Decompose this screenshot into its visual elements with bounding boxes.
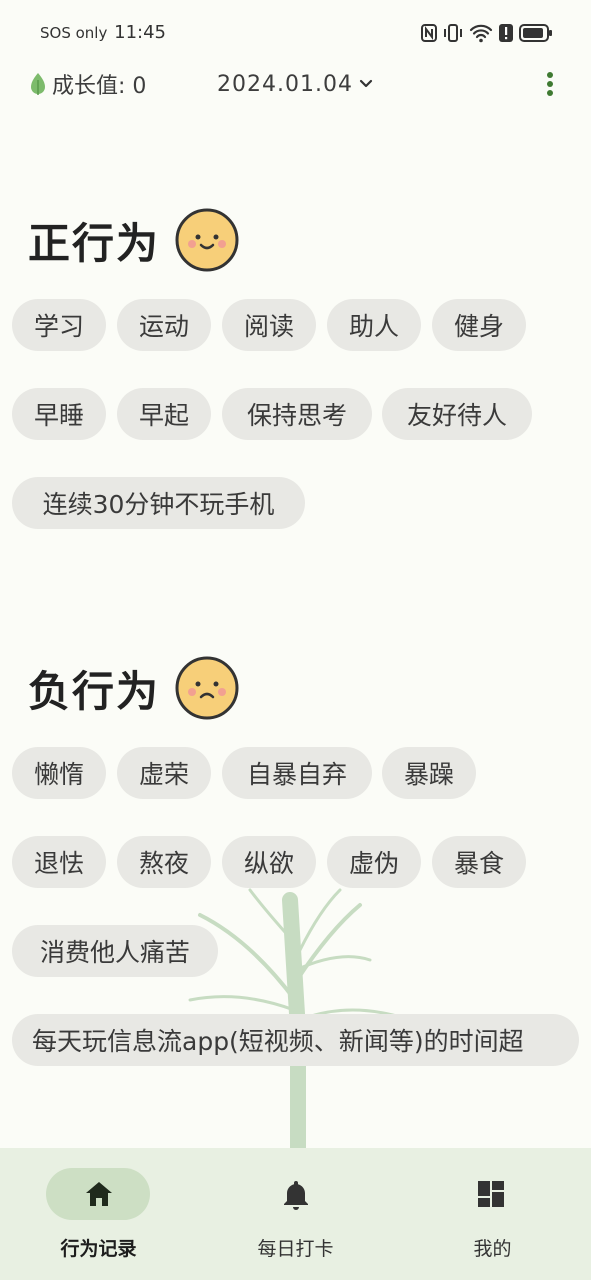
behavior-chip[interactable]: 运动 <box>117 299 211 351</box>
date-label: 2024.01.04 <box>217 71 353 97</box>
growth-label: 成长值: 0 <box>52 74 147 99</box>
negative-section-title: 负行为 <box>28 655 240 721</box>
negative-title: 负行为 <box>28 666 161 716</box>
behavior-chip[interactable]: 熬夜 <box>117 836 211 888</box>
vibrate-icon <box>444 24 462 42</box>
nfc-icon <box>421 24 437 42</box>
wifi-icon <box>469 24 493 43</box>
leaf-icon <box>31 73 45 95</box>
behavior-chip[interactable]: 助人 <box>327 299 421 351</box>
smile-face-icon <box>175 208 239 272</box>
sad-face-icon <box>175 656 239 720</box>
behavior-chip[interactable]: 每天玩信息流app(短视频、新闻等)的时间超 <box>12 1014 579 1066</box>
nav-label: 我的 <box>473 1238 512 1260</box>
nav-item-daily-checkin[interactable]: 每日打卡 <box>197 1148 394 1280</box>
behavior-chip[interactable]: 友好待人 <box>382 388 532 440</box>
clock-text: 11:45 <box>114 22 167 43</box>
bell-icon <box>284 1181 308 1210</box>
bottom-navigation: 行为记录 每日打卡 我的 <box>0 1148 591 1280</box>
behavior-chip[interactable]: 暴食 <box>432 836 526 888</box>
behavior-chip[interactable]: 阅读 <box>222 299 316 351</box>
date-selector[interactable]: 2024.01.04 <box>217 62 373 106</box>
behavior-chip[interactable]: 退怯 <box>12 836 106 888</box>
top-bar: 成长值: 0 2024.01.04 <box>0 62 591 106</box>
nav-label: 行为记录 <box>60 1238 137 1260</box>
behavior-chip[interactable]: 消费他人痛苦 <box>12 925 218 977</box>
positive-title: 正行为 <box>28 218 161 268</box>
behavior-chip[interactable]: 虚伪 <box>327 836 421 888</box>
behavior-chip[interactable]: 早起 <box>117 388 211 440</box>
home-icon <box>86 1182 112 1206</box>
behavior-chip[interactable]: 健身 <box>432 299 526 351</box>
nav-item-behavior-record[interactable]: 行为记录 <box>0 1148 197 1280</box>
positive-section-title: 正行为 <box>28 207 240 273</box>
status-left: SOS only 11:45 <box>40 22 166 43</box>
dashboard-icon <box>478 1181 504 1207</box>
status-icons <box>421 22 553 44</box>
behavior-chip[interactable]: 早睡 <box>12 388 106 440</box>
behavior-chip[interactable]: 虚荣 <box>117 747 211 799</box>
carrier-text: SOS only <box>40 24 108 42</box>
nav-label: 每日打卡 <box>257 1238 334 1260</box>
more-vertical-icon[interactable] <box>538 68 562 100</box>
chevron-down-icon <box>359 79 373 88</box>
alert-icon <box>499 24 513 42</box>
behavior-chip[interactable]: 纵欲 <box>222 836 316 888</box>
behavior-chip[interactable]: 暴躁 <box>382 747 476 799</box>
behavior-chip[interactable]: 连续30分钟不玩手机 <box>12 477 305 529</box>
behavior-chip[interactable]: 保持思考 <box>222 388 372 440</box>
behavior-chip[interactable]: 懒惰 <box>12 747 106 799</box>
nav-item-mine[interactable]: 我的 <box>394 1148 591 1280</box>
behavior-chip[interactable]: 自暴自弃 <box>222 747 372 799</box>
status-bar: SOS only 11:45 <box>0 0 591 66</box>
behavior-chip[interactable]: 学习 <box>12 299 106 351</box>
growth-value: 成长值: 0 <box>30 62 146 106</box>
battery-icon <box>519 24 552 42</box>
